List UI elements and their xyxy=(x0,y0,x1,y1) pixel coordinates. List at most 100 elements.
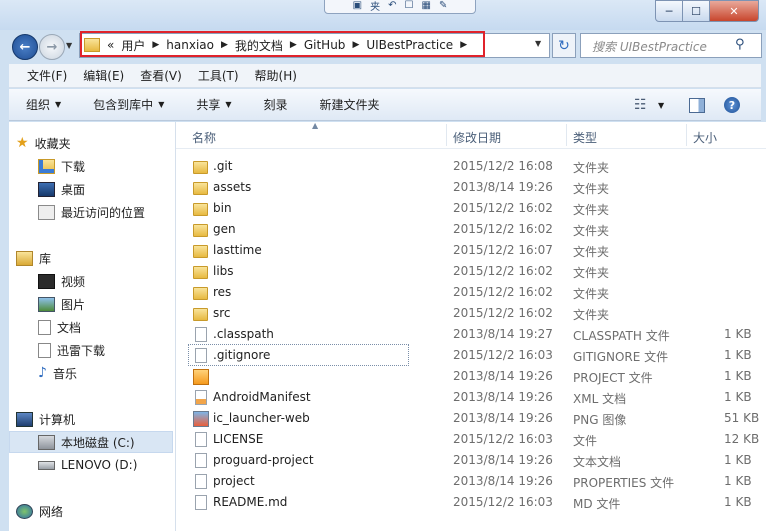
file-name: assets xyxy=(213,180,252,194)
properties-icon[interactable]: ▣ xyxy=(353,0,362,11)
table-row[interactable]: gen 2015/12/2 16:02 文件夹 xyxy=(186,219,766,240)
nav-music[interactable]: ♪ 音乐 xyxy=(38,363,77,383)
forward-button[interactable]: → xyxy=(39,34,65,60)
documents-icon xyxy=(38,319,51,335)
organize-button[interactable]: 组织 ▼ xyxy=(26,96,61,113)
png-icon xyxy=(193,411,209,427)
file-name: bin xyxy=(213,201,232,215)
table-row[interactable]: bin 2015/12/2 16:02 文件夹 xyxy=(186,198,766,219)
refresh-icon: ↻ xyxy=(558,37,570,54)
caret-down-icon: ▼ xyxy=(158,100,165,109)
file-size: 1 KB xyxy=(724,495,752,509)
file-name: ic_launcher-web xyxy=(213,411,310,425)
caret-down-icon: ▼ xyxy=(55,100,62,109)
folder-icon xyxy=(193,308,208,321)
nav-videos[interactable]: 视频 xyxy=(38,271,85,291)
command-bar: 组织 ▼ 包含到库中 ▼ 共享 ▼ 刻录 新建文件夹 xyxy=(9,89,761,121)
search-icon[interactable]: ⚲ xyxy=(735,37,745,52)
table-row[interactable]: res 2015/12/2 16:02 文件夹 xyxy=(186,282,766,303)
column-name[interactable]: 名称 xyxy=(192,129,216,146)
nav-downloads[interactable]: 下载 xyxy=(38,156,85,176)
share-button[interactable]: 共享 ▼ xyxy=(196,96,231,113)
folder-icon xyxy=(193,224,208,237)
nav-computer[interactable]: 计算机 xyxy=(16,409,75,429)
star-icon: ★ xyxy=(16,135,29,151)
close-button[interactable]: ✕ xyxy=(709,0,759,22)
burn-button[interactable]: 刻录 xyxy=(264,96,288,113)
refresh-button[interactable]: ↻ xyxy=(552,33,576,58)
menu-file[interactable]: 文件(F) xyxy=(27,67,67,84)
preview-pane-icon[interactable] xyxy=(689,98,705,113)
help-icon[interactable]: ? xyxy=(724,97,740,113)
back-button[interactable]: ← xyxy=(12,34,38,60)
view-icon[interactable]: ▦ xyxy=(421,0,430,11)
xml-icon xyxy=(195,390,207,405)
file-type: 文件夹 xyxy=(573,308,610,322)
menu-edit[interactable]: 编辑(E) xyxy=(83,67,124,84)
file-modified: 2013/8/14 19:26 xyxy=(453,474,553,488)
address-dropdown-icon[interactable]: ▼ xyxy=(535,39,541,48)
nav-pictures[interactable]: 图片 xyxy=(38,294,85,314)
file-modified: 2015/12/2 16:02 xyxy=(453,201,553,215)
minimize-button[interactable]: ─ xyxy=(655,0,683,22)
file-name: .git xyxy=(213,159,233,173)
nav-lenovo-d[interactable]: LENOVO (D:) xyxy=(38,455,137,475)
undo-icon[interactable]: ↶ xyxy=(388,0,396,11)
file-type: 文件夹 xyxy=(573,203,610,217)
nav-local-disk-c[interactable]: 本地磁盘 (C:) xyxy=(38,432,135,452)
table-row[interactable]: src 2015/12/2 16:02 文件夹 xyxy=(186,303,766,324)
nav-libraries[interactable]: 库 xyxy=(16,248,51,268)
folder-icon xyxy=(193,266,208,279)
nav-thunder-downloads[interactable]: 迅雷下载 xyxy=(38,340,105,360)
file-type: 文件夹 xyxy=(573,224,610,238)
include-library-label: 包含到库中 xyxy=(93,98,154,112)
change-view-icon[interactable]: ☷ xyxy=(634,97,647,113)
table-row[interactable]: AndroidManifest 2013/8/14 19:26 XML 文档 1 KB xyxy=(186,387,766,408)
table-row[interactable]: ic_launcher-web 2013/8/14 19:26 PNG 图像 51 K… xyxy=(186,408,766,429)
file-name: proguard-project xyxy=(213,453,314,467)
table-row[interactable]: 2013/8/14 19:26 PROJECT 文件 1 KB xyxy=(186,366,766,387)
menu-view[interactable]: 查看(V) xyxy=(140,67,182,84)
table-row[interactable]: .git 2015/12/2 16:08 文件夹 xyxy=(186,156,766,177)
table-row[interactable]: LICENSE 2015/12/2 16:03 文件 12 KB xyxy=(186,429,766,450)
menu-help[interactable]: 帮助(H) xyxy=(255,67,297,84)
video-icon xyxy=(38,273,55,289)
nav-label: LENOVO (D:) xyxy=(61,458,138,472)
checkbox-icon[interactable]: ☐ xyxy=(405,0,414,11)
column-divider[interactable] xyxy=(686,124,687,146)
recent-pages-icon[interactable]: ▼ xyxy=(66,41,72,50)
include-library-button[interactable]: 包含到库中 ▼ xyxy=(93,96,164,113)
column-size[interactable]: 大小 xyxy=(693,129,717,146)
file-name: gen xyxy=(213,222,236,236)
table-row[interactable]: .classpath 2013/8/14 19:27 CLASSPATH 文件 1 K… xyxy=(186,324,766,345)
file-size: 1 KB xyxy=(724,348,752,362)
table-row[interactable]: assets 2013/8/14 19:26 文件夹 xyxy=(186,177,766,198)
table-row[interactable]: lasttime 2015/12/2 16:07 文件夹 xyxy=(186,240,766,261)
new-folder-button[interactable]: 新建文件夹 xyxy=(320,96,380,113)
nav-network[interactable]: 网络 xyxy=(16,501,63,521)
tools-icon[interactable]: ✎ xyxy=(439,0,447,11)
file-modified: 2013/8/14 19:26 xyxy=(453,369,553,383)
doc-icon xyxy=(195,432,207,447)
table-row[interactable]: project 2013/8/14 19:26 PROPERTIES 文件 1 KB xyxy=(186,471,766,492)
nav-desktop[interactable]: 桌面 xyxy=(38,179,85,199)
table-row[interactable]: proguard-project 2013/8/14 19:26 文本文档 1 KB xyxy=(186,450,766,471)
table-row[interactable]: libs 2015/12/2 16:02 文件夹 xyxy=(186,261,766,282)
table-row[interactable]: README.md 2015/12/2 16:03 MD 文件 1 KB xyxy=(186,492,766,513)
nav-recent-places[interactable]: 最近访问的位置 xyxy=(38,202,145,222)
column-divider[interactable] xyxy=(566,124,567,146)
menu-tools[interactable]: 工具(T) xyxy=(198,67,239,84)
search-placeholder: 搜索 UIBestPractice xyxy=(592,40,707,54)
maximize-button[interactable]: ☐ xyxy=(682,0,710,22)
column-divider[interactable] xyxy=(446,124,447,146)
file-modified: 2013/8/14 19:26 xyxy=(453,390,553,404)
drive-icon xyxy=(38,460,55,470)
nav-favorites[interactable]: ★ 收藏夹 xyxy=(16,133,71,153)
nav-documents[interactable]: 文档 xyxy=(38,317,81,337)
desktop-icon xyxy=(38,181,55,197)
pictures-icon xyxy=(38,296,55,312)
column-modified[interactable]: 修改日期 xyxy=(453,129,501,146)
network-icon xyxy=(16,503,33,519)
column-type[interactable]: 类型 xyxy=(573,129,597,146)
caret-down-icon[interactable]: ▼ xyxy=(658,101,664,110)
